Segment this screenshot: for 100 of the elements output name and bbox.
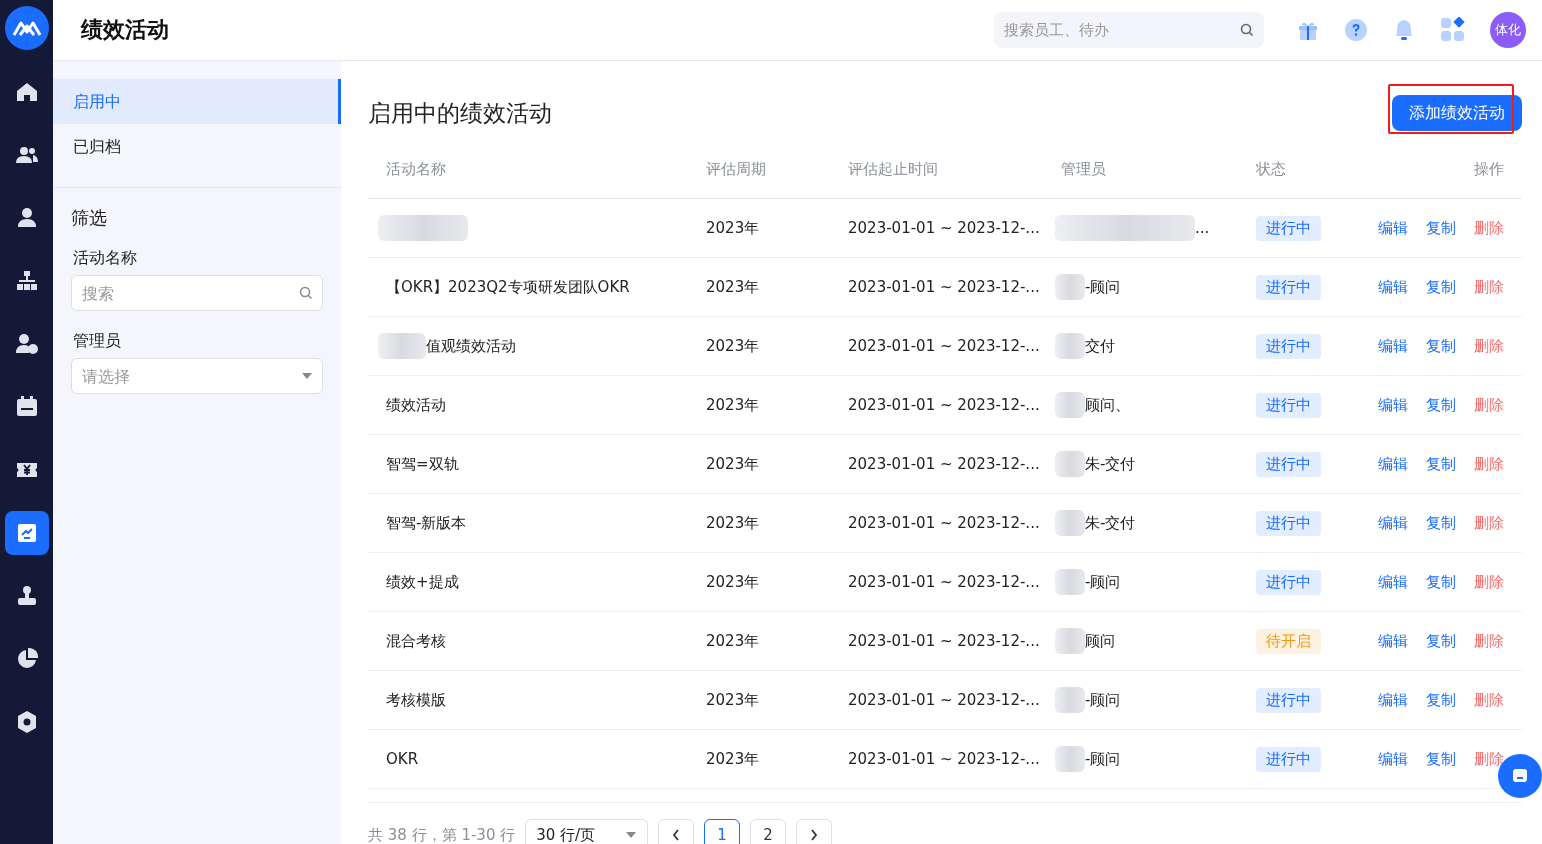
status-tag: 进行中: [1256, 333, 1321, 359]
table-cell: 2023年: [706, 513, 760, 532]
column-header: 状态: [1256, 160, 1287, 179]
caret-icon: [625, 831, 638, 839]
status-tag: 待开启: [1256, 628, 1321, 654]
column-header: 评估起止时间: [848, 160, 939, 179]
edit-link[interactable]: 编辑: [1378, 749, 1408, 769]
admin-name: -顾问: [1085, 572, 1121, 592]
copy-link[interactable]: 复制: [1426, 218, 1456, 238]
table-cell: 2023年: [706, 336, 760, 355]
chat-icon: [1512, 768, 1528, 784]
status-tag: 进行中: [1256, 215, 1321, 241]
column-header: 评估周期: [706, 160, 767, 179]
table-cell: 2023-01-01 ~ 2023-12-...: [848, 337, 1040, 355]
user-avatar[interactable]: 体化: [1490, 12, 1526, 48]
search-icon: [1240, 23, 1254, 37]
copy-link[interactable]: 复制: [1426, 749, 1456, 769]
delete-link[interactable]: 删除: [1474, 690, 1504, 710]
section-title: 启用中的绩效活动: [368, 98, 552, 128]
table-cell: 2023年: [706, 690, 760, 709]
page-title: 绩效活动: [81, 16, 169, 44]
edit-link[interactable]: 编辑: [1378, 690, 1408, 710]
status-tab[interactable]: 启用中: [53, 79, 341, 124]
edit-link[interactable]: 编辑: [1378, 277, 1408, 297]
admin-select[interactable]: 请选择: [71, 358, 323, 394]
admin-name: 朱-交付: [1085, 454, 1136, 474]
help-icon[interactable]: [1344, 18, 1368, 42]
activity-name: 智驾=双轨: [386, 454, 459, 474]
activity-name: OKR: [386, 750, 419, 768]
delete-link[interactable]: 删除: [1474, 749, 1504, 769]
logo-icon[interactable]: [4, 6, 49, 50]
field-label: 管理员: [72, 331, 122, 352]
column-header: 操作: [1473, 160, 1505, 179]
copy-link[interactable]: 复制: [1426, 513, 1456, 533]
search-field[interactable]: 搜索员工、待办: [994, 12, 1264, 48]
table-cell: 2023-01-01 ~ 2023-12-...: [848, 514, 1040, 532]
edit-link[interactable]: 编辑: [1378, 454, 1408, 474]
chevron-left-icon: [672, 829, 681, 841]
prev-page-button[interactable]: [658, 819, 695, 844]
activity-name: 绩效+提成: [386, 572, 459, 592]
delete-link[interactable]: 删除: [1474, 454, 1504, 474]
delete-link[interactable]: 删除: [1474, 572, 1504, 592]
status-tab[interactable]: 已归档: [53, 124, 341, 169]
activity-name: 【OKR】2023Q2专项研发团队OKR: [386, 277, 630, 297]
admin-name: -顾问: [1085, 277, 1121, 297]
chevron-right-icon: [810, 829, 819, 841]
table-cell: 2023-01-01 ~ 2023-12-...: [848, 750, 1040, 768]
nav-chart-icon[interactable]: [4, 511, 49, 555]
copy-link[interactable]: 复制: [1426, 454, 1456, 474]
edit-link[interactable]: 编辑: [1378, 631, 1408, 651]
page-button[interactable]: 1: [704, 819, 741, 844]
copy-link[interactable]: 复制: [1426, 277, 1456, 297]
edit-link[interactable]: 编辑: [1378, 572, 1408, 592]
column-header: 活动名称: [385, 160, 447, 179]
page-button[interactable]: 2: [750, 819, 787, 844]
name-search-field[interactable]: 搜索: [71, 275, 323, 311]
add-activity-button[interactable]: 添加绩效活动: [1392, 95, 1522, 131]
activity-name: 混合考核: [386, 631, 446, 651]
status-tag: 进行中: [1256, 687, 1321, 713]
table-cell: 2023-01-01 ~ 2023-12-...: [848, 219, 1040, 237]
copy-link[interactable]: 复制: [1426, 395, 1456, 415]
next-page-button[interactable]: [796, 819, 833, 844]
status-tag: 进行中: [1256, 569, 1321, 595]
edit-link[interactable]: 编辑: [1378, 395, 1408, 415]
field-label: 活动名称: [72, 248, 138, 269]
status-tag: 进行中: [1256, 510, 1321, 536]
delete-link[interactable]: 删除: [1474, 513, 1504, 533]
edit-link[interactable]: 编辑: [1378, 336, 1408, 356]
status-tag: 进行中: [1256, 392, 1321, 418]
copy-link[interactable]: 复制: [1426, 690, 1456, 710]
table-cell: 2023-01-01 ~ 2023-12-...: [848, 455, 1040, 473]
column-header: 管理员: [1061, 160, 1107, 179]
table-cell: 2023-01-01 ~ 2023-12-...: [848, 632, 1040, 650]
delete-link[interactable]: 删除: [1474, 277, 1504, 297]
edit-link[interactable]: 编辑: [1378, 218, 1408, 238]
table-cell: 2023年: [706, 277, 760, 296]
copy-link[interactable]: 复制: [1426, 631, 1456, 651]
copy-link[interactable]: 复制: [1426, 572, 1456, 592]
table-cell: 2023年: [706, 631, 760, 650]
admin-name: 朱-交付: [1085, 513, 1136, 533]
table-cell: 2023年: [706, 454, 760, 473]
delete-link[interactable]: 删除: [1474, 336, 1504, 356]
caret-icon: [301, 372, 313, 380]
status-tag: 进行中: [1256, 746, 1321, 772]
copy-link[interactable]: 复制: [1426, 336, 1456, 356]
page-size-select[interactable]: 30 行/页: [525, 819, 649, 844]
admin-name: 交付: [1085, 336, 1115, 356]
apps-icon[interactable]: [1440, 17, 1466, 43]
activity-name: 值观绩效活动: [426, 336, 516, 356]
admin-name: -顾问: [1085, 690, 1121, 710]
admin-name: 顾问: [1085, 631, 1115, 651]
delete-link[interactable]: 删除: [1474, 218, 1504, 238]
edit-link[interactable]: 编辑: [1378, 513, 1408, 533]
table-cell: 2023年: [706, 749, 760, 768]
table-cell: 2023年: [706, 395, 760, 414]
table-cell: 2023-01-01 ~ 2023-12-...: [848, 278, 1040, 296]
status-tag: 进行中: [1256, 451, 1321, 477]
status-tag: 进行中: [1256, 274, 1321, 300]
delete-link[interactable]: 删除: [1474, 395, 1504, 415]
delete-link[interactable]: 删除: [1474, 631, 1504, 651]
